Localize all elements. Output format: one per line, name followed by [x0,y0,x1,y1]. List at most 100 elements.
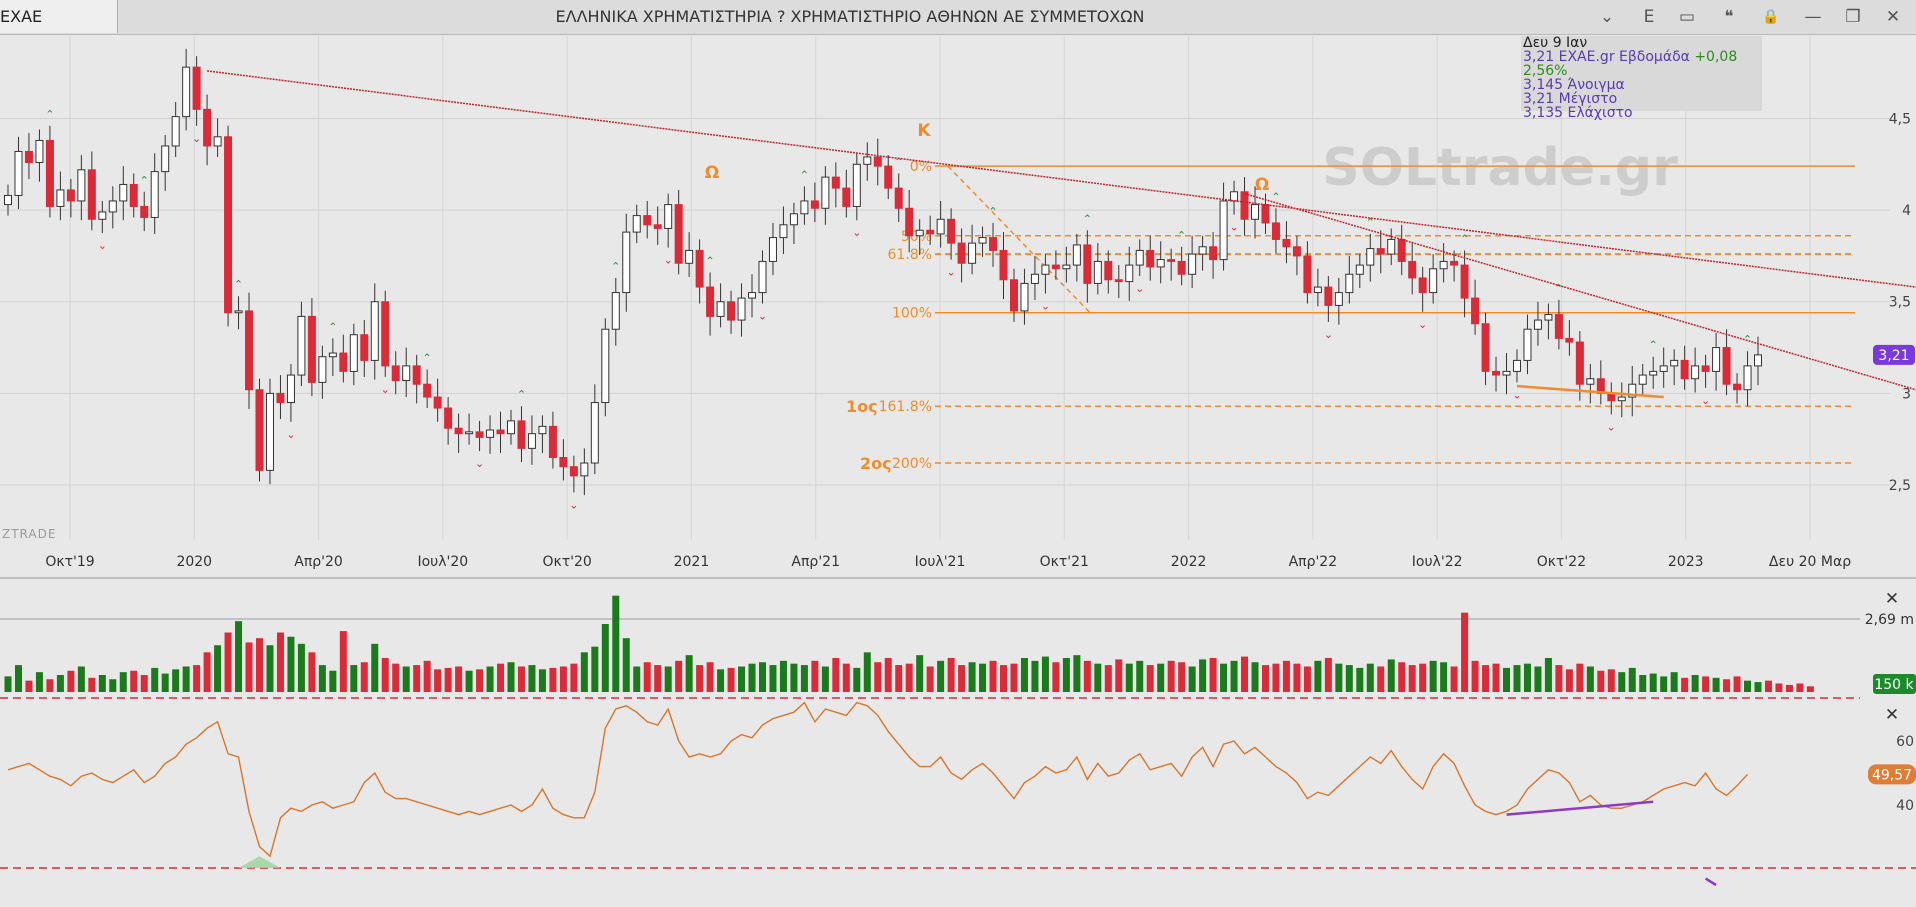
volume-bar [1482,665,1490,692]
volume-bar [1345,665,1353,692]
swing-low-marker: ⌄ [1607,420,1616,433]
candle-body [328,352,337,358]
volume-bar [1670,672,1678,692]
candle-body [1387,238,1396,255]
candle-body [1104,260,1113,281]
volume-bar [235,621,243,692]
candle-body [559,457,568,468]
volume-bar [895,665,903,692]
volume-bar [1744,680,1752,692]
candle-body [307,315,316,383]
rsi-oversold-fill [238,856,281,868]
close-rsi-icon[interactable]: ✕ [1885,705,1899,725]
volume-bar [1555,665,1563,692]
chart-canvas[interactable]: 4,5 4 3,5 3 2,5 Οκτ'19 2020 Απρ'20 Ιουλ'20 Οκτ'20… [0,0,1916,907]
candle-body [538,425,547,435]
volume-bar [1806,686,1814,692]
candle-body [1030,273,1039,284]
swing-low-marker: ⌄ [1041,299,1050,312]
volume-bar [1429,660,1437,692]
swing-low-marker: ⌄ [1229,221,1238,234]
candle-body [496,429,505,435]
candle-body [1072,244,1081,266]
candle-body [1198,246,1207,255]
candle-body [1261,204,1270,224]
candle-body [989,237,998,251]
x-tick-label: 2021 [674,554,710,570]
candle-body [192,66,201,110]
candle-body [1544,314,1553,321]
volume-bar [1209,658,1217,692]
volume-bar [1083,660,1091,692]
volume-bar [182,666,190,692]
volume-bar [350,665,358,692]
swing-low-marker: ⌄ [852,226,861,239]
candle-body [129,183,138,207]
x-tick-label: Απρ'22 [1289,554,1338,570]
volume-bar [1377,666,1385,692]
candle-body [224,136,233,314]
candle-body [1146,249,1155,268]
candle-body [643,215,652,226]
volume-bar [465,670,473,692]
x-tick-label: Ιουλ'21 [915,554,966,570]
candle-body [706,286,715,317]
volume-bar [884,658,892,692]
volume-bar [769,665,777,692]
swing-high-marker: ⌃ [1083,212,1092,225]
volume-bar [1398,662,1406,692]
volume-bar [1796,683,1804,692]
candle-body [1324,286,1333,306]
volume-bar [1188,666,1196,692]
volume-bar [1576,663,1584,692]
volume-bar [601,624,609,692]
volume-bar [717,669,725,692]
close-volume-icon[interactable]: ✕ [1885,589,1899,609]
volume-bar [276,632,284,692]
swing-low-marker: ⌄ [286,428,295,441]
volume-bar [266,645,274,692]
volume-bar [675,660,683,692]
volume-bar [88,677,96,692]
candle-body [66,189,75,202]
volume-bar [654,665,662,692]
volume-bar [1136,660,1144,692]
candle-body [1093,260,1102,284]
candle-body [863,156,872,165]
volume-bar [67,670,75,692]
ohlc-date: Δευ 9 Ιαν [1523,35,1588,51]
volume-bar [1628,667,1636,692]
candle-body [255,389,264,471]
fib-prefix-1: 1ος [846,397,878,416]
swing-low-marker: ⌄ [381,383,390,396]
candle-body [842,187,851,207]
ohlc-info-box: Δευ 9 Ιαν 3,21 EXAE.gr Εβδομάδα +0,08 2,… [1521,35,1762,120]
candle-body [1345,273,1354,294]
volume-bar [172,669,180,692]
volume-bar [507,662,515,692]
volume-bar [1712,677,1720,692]
volume-bar [853,667,861,692]
volume-bar [1324,658,1332,692]
volume-bar [685,655,693,692]
swing-low-marker: ⌄ [947,266,956,279]
candle-body [664,204,673,229]
volume-bar [1618,672,1626,692]
volume-bar [1408,665,1416,692]
candle-body [1533,319,1542,330]
volume-bar [517,666,525,692]
volume-bar [1440,662,1448,692]
fib-level-label: 200% [892,456,932,472]
volume-bar [1303,666,1311,692]
volume-bar [1503,667,1511,692]
candle-body [161,145,170,173]
volume-bar [968,662,976,692]
candle-body [1754,354,1762,367]
swing-high-marker: ⌃ [611,260,620,273]
volume-bar [664,666,672,692]
candle-body [1251,204,1260,220]
candle-body [87,169,96,220]
candle-body [569,466,578,477]
swing-low-marker: ⌄ [1418,318,1427,331]
candle-body [171,116,180,147]
